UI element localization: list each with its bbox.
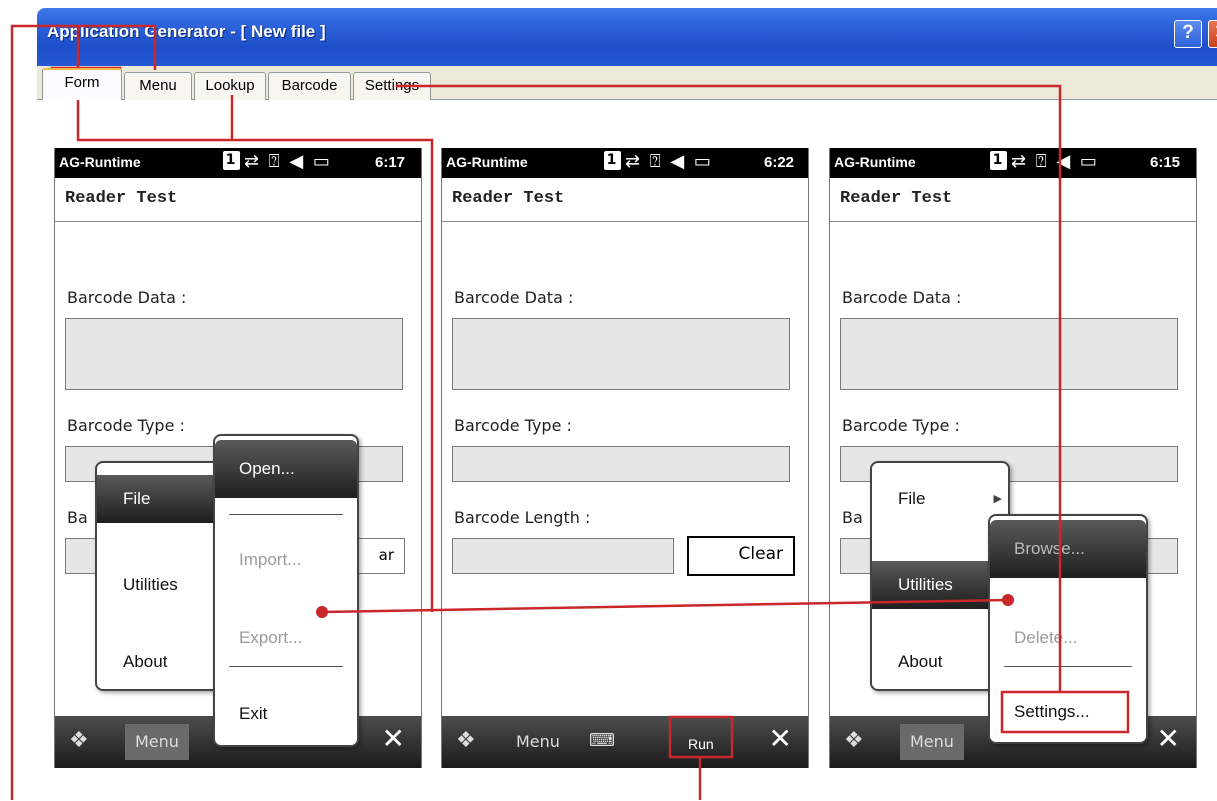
- close-icon[interactable]: ✕: [769, 722, 792, 755]
- status-app-name: AG-Runtime: [446, 154, 528, 170]
- keyboard-icon[interactable]: ⌨: [589, 730, 615, 751]
- tab-menu[interactable]: Menu: [124, 72, 192, 100]
- barcode-length-label: Barcode Length :: [454, 508, 591, 527]
- windows-start-icon[interactable]: ❖: [844, 728, 864, 753]
- status-icons: 1 ⇄ ⍰ ◀ ▭: [604, 151, 713, 172]
- device-screen-2: AG-Runtime 1 ⇄ ⍰ ◀ ▭ 6:22 Reader Test Bar…: [441, 148, 809, 768]
- slot-indicator: 1: [604, 151, 621, 170]
- status-time: 6:22: [764, 154, 795, 171]
- menu-item-label: About: [898, 652, 943, 671]
- menu-separator: [229, 666, 343, 667]
- help-button[interactable]: ?: [1174, 20, 1202, 48]
- barcode-type-label: Barcode Type :: [842, 416, 960, 435]
- barcode-data-field[interactable]: [65, 318, 403, 390]
- menu-item-label: Utilities: [898, 575, 953, 594]
- menu-softkey[interactable]: Menu: [125, 724, 189, 760]
- form-title: Reader Test: [55, 178, 421, 222]
- status-icons: 1 ⇄ ⍰ ◀ ▭: [990, 151, 1099, 172]
- connectivity-volume-battery-icons: ⇄ ⍰ ◀ ▭: [1011, 151, 1099, 172]
- tab-barcode[interactable]: Barcode: [268, 72, 351, 100]
- barcode-data-label: Barcode Data :: [454, 288, 574, 307]
- menu-item-export[interactable]: Export...: [215, 614, 357, 662]
- barcode-data-field[interactable]: [840, 318, 1178, 390]
- status-bar: AG-Runtime 1 ⇄ ⍰ ◀ ▭ 6:15: [830, 148, 1196, 178]
- menu-softkey[interactable]: Menu: [900, 724, 964, 760]
- barcode-length-field[interactable]: [452, 538, 674, 574]
- menu-separator: [1004, 666, 1132, 667]
- tab-lookup[interactable]: Lookup: [194, 72, 266, 100]
- menu-item-delete[interactable]: Delete...: [990, 614, 1146, 662]
- status-app-name: AG-Runtime: [59, 154, 141, 170]
- run-softkey[interactable]: Run: [682, 728, 720, 760]
- barcode-data-label: Barcode Data :: [842, 288, 962, 307]
- menu-item-exit[interactable]: Exit: [215, 690, 357, 738]
- tab-settings[interactable]: Settings: [353, 72, 431, 100]
- windows-start-icon[interactable]: ❖: [69, 728, 89, 753]
- close-window-button[interactable]: ✕: [1208, 20, 1217, 48]
- barcode-type-label: Barcode Type :: [67, 416, 185, 435]
- menu-item-browse[interactable]: Browse...: [990, 520, 1146, 578]
- menu-item-import[interactable]: Import...: [215, 536, 357, 584]
- clear-button[interactable]: Clear: [687, 536, 795, 576]
- menu-softkey[interactable]: Menu: [506, 724, 570, 760]
- menu-item-open[interactable]: Open...: [215, 440, 357, 498]
- file-submenu: Open... Import... Export... Exit: [213, 434, 359, 747]
- status-icons: 1 ⇄ ⍰ ◀ ▭: [223, 151, 332, 172]
- connectivity-volume-battery-icons: ⇄ ⍰ ◀ ▭: [244, 151, 332, 172]
- form-title: Reader Test: [442, 178, 808, 222]
- form-title: Reader Test: [830, 178, 1196, 222]
- menu-separator: [229, 514, 343, 515]
- device-screen-1: AG-Runtime 1 ⇄ ⍰ ◀ ▭ 6:17 Reader Test Bar…: [54, 148, 422, 768]
- status-app-name: AG-Runtime: [834, 154, 916, 170]
- status-time: 6:17: [375, 154, 406, 171]
- close-icon[interactable]: ✕: [1157, 722, 1180, 755]
- barcode-data-label: Barcode Data :: [67, 288, 187, 307]
- status-bar: AG-Runtime 1 ⇄ ⍰ ◀ ▭ 6:17: [55, 148, 421, 178]
- device-screen-3: AG-Runtime 1 ⇄ ⍰ ◀ ▭ 6:15 Reader Test Bar…: [829, 148, 1197, 768]
- barcode-type-label: Barcode Type :: [454, 416, 572, 435]
- barcode-length-label: Ba: [67, 508, 88, 527]
- windows-start-icon[interactable]: ❖: [456, 728, 476, 753]
- slot-indicator: 1: [990, 151, 1007, 170]
- menu-item-label: File: [898, 489, 926, 508]
- tab-strip: Form Menu Lookup Barcode Settings: [37, 66, 1217, 100]
- status-bar: AG-Runtime 1 ⇄ ⍰ ◀ ▭ 6:22: [442, 148, 808, 178]
- barcode-length-label: Ba: [842, 508, 863, 527]
- slot-indicator: 1: [223, 151, 240, 170]
- soft-key-bar: ❖ Menu ⌨ Run ✕: [442, 716, 808, 768]
- status-time: 6:15: [1150, 154, 1181, 171]
- barcode-type-field[interactable]: [452, 446, 790, 482]
- menu-item-label: Utilities: [123, 575, 178, 594]
- window-title: Application Generator - [ New file ]: [47, 22, 326, 41]
- close-icon[interactable]: ✕: [382, 722, 405, 755]
- menu-item-label: About: [123, 652, 168, 671]
- menu-item-settings[interactable]: Settings...: [990, 688, 1146, 736]
- utilities-submenu: Browse... Delete... Settings...: [988, 514, 1148, 744]
- window-titlebar: Application Generator - [ New file ] ? ✕: [37, 8, 1217, 66]
- tab-form[interactable]: Form: [42, 68, 122, 100]
- menu-item-label: File: [123, 489, 151, 508]
- menu-item-file[interactable]: File▶: [872, 475, 1008, 523]
- barcode-data-field[interactable]: [452, 318, 790, 390]
- connectivity-volume-battery-icons: ⇄ ⍰ ◀ ▭: [625, 151, 713, 172]
